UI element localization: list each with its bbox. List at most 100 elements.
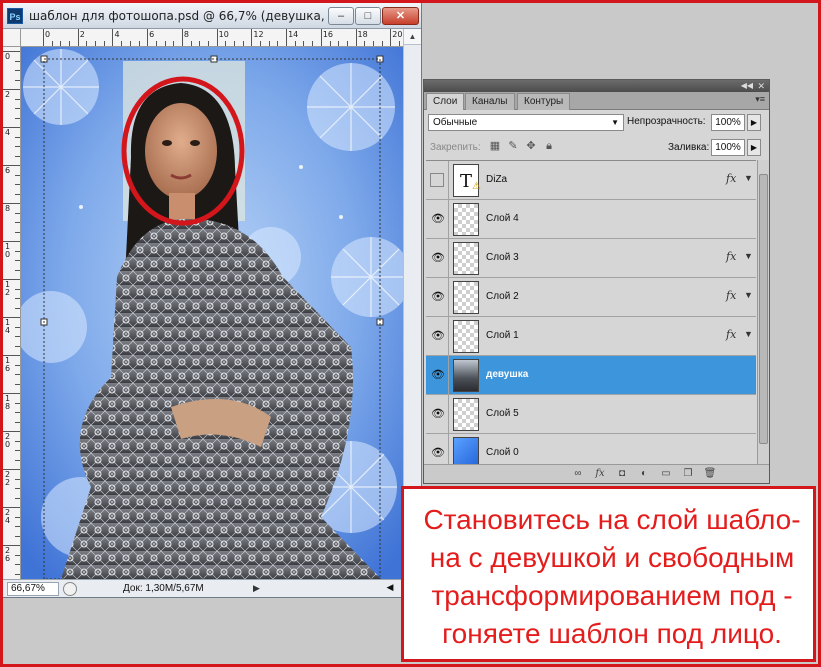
opacity-input[interactable]: 100%: [711, 114, 745, 131]
status-menu-arrow-icon[interactable]: ▶: [253, 583, 260, 594]
fill-input[interactable]: 100%: [711, 139, 745, 156]
layer-effects-fx-icon[interactable]: fx: [726, 172, 736, 185]
layer-name[interactable]: Слой 2: [486, 291, 519, 302]
maximize-button[interactable]: □: [355, 7, 381, 25]
lock-position-move-icon[interactable]: ✥: [524, 139, 538, 153]
visibility-eye-icon[interactable]: 👁︎: [430, 368, 446, 382]
ruler-tick: [390, 29, 392, 46]
ruler-tick: [15, 374, 20, 375]
new-group-folder-icon[interactable]: ▭: [658, 467, 674, 481]
ruler-number: 24: [5, 508, 11, 525]
add-mask-icon[interactable]: ◘: [614, 467, 630, 481]
blend-mode-value: Обычные: [433, 117, 478, 128]
expand-effects-arrow-icon[interactable]: ▼: [744, 290, 753, 300]
visibility-eye-icon[interactable]: 👁︎: [430, 407, 446, 421]
layer-thumbnail[interactable]: [453, 359, 479, 392]
tab-layers[interactable]: Слои: [426, 93, 465, 110]
ruler-origin-corner[interactable]: [3, 29, 21, 47]
navigator-icon[interactable]: [63, 582, 77, 596]
layer-effects-fx-icon[interactable]: fx: [726, 250, 736, 263]
layer-row[interactable]: 👁︎ Слой 1 fx ▼: [426, 317, 756, 356]
lock-pixels-brush-icon[interactable]: ✎: [506, 139, 520, 153]
add-layer-style-fx-icon[interactable]: fx: [592, 467, 608, 481]
zoom-level-field[interactable]: 66,67%: [7, 582, 59, 596]
layer-name[interactable]: девушка: [486, 369, 528, 380]
ruler-tick: [147, 29, 149, 46]
layer-row[interactable]: 👁︎ Слой 5: [426, 395, 756, 434]
panel-header-strip[interactable]: ◀◀ ✕: [424, 80, 769, 92]
layer-row[interactable]: 👁︎ Слой 3 fx ▼: [426, 239, 756, 278]
ruler-tick: [15, 193, 20, 195]
layer-thumbnail[interactable]: [453, 398, 479, 431]
ruler-number: 12: [5, 280, 11, 297]
ruler-tick: [15, 222, 20, 223]
ruler-tick: [15, 535, 20, 537]
panel-tab-strip: Слои Каналы Контуры ▾≡: [424, 92, 769, 110]
layer-name[interactable]: Слой 0: [486, 447, 519, 458]
fill-slider-arrow-icon[interactable]: ▶: [747, 139, 761, 156]
link-layers-icon[interactable]: ∞: [570, 467, 586, 481]
layers-scrollbar-thumb[interactable]: [759, 174, 768, 444]
layer-thumbnail[interactable]: [453, 281, 479, 314]
ruler-tick: [3, 393, 20, 394]
layers-list: T ⚠ DiZa fx ▼ 👁︎ Слой 4 👁︎ Слой 3 fx ▼ 👁︎ Слой 2 fx ▼ 👁…: [426, 160, 756, 473]
collapse-panel-icon[interactable]: ◀◀: [741, 80, 753, 92]
document-status-bar: 66,67% Док: 1,30M/5,67M ▶ ◀: [3, 579, 421, 597]
vertical-ruler[interactable]: 0 2 4 6 8 10 12 14 16 18 20 22 24 26: [3, 47, 21, 579]
close-button[interactable]: ✕: [382, 7, 419, 25]
visibility-eye-icon[interactable]: 👁︎: [430, 446, 446, 460]
layer-thumbnail[interactable]: [453, 320, 479, 353]
layer-name[interactable]: Слой 4: [486, 213, 519, 224]
delete-layer-trash-icon[interactable]: 🗑︎: [702, 467, 718, 481]
ruler-number: 0: [45, 30, 51, 39]
lock-label: Закрепить:: [430, 142, 481, 153]
layer-row[interactable]: 👁︎ девушка: [426, 356, 756, 395]
scroll-up-arrow-icon[interactable]: ▲: [404, 29, 421, 45]
close-panel-icon[interactable]: ✕: [757, 80, 765, 92]
layer-row[interactable]: 👁︎ Слой 2 fx ▼: [426, 278, 756, 317]
visibility-eye-icon[interactable]: 👁︎: [430, 290, 446, 304]
layer-row[interactable]: T ⚠ DiZa fx ▼: [426, 161, 756, 200]
layers-scrollbar[interactable]: [757, 160, 769, 472]
document-titlebar[interactable]: Ps шаблон для фотошопа.psd @ 66,7% (деву…: [3, 3, 421, 29]
document-title: шаблон для фотошопа.psd @ 66,7% (девушка…: [29, 9, 329, 23]
expand-effects-arrow-icon[interactable]: ▼: [744, 329, 753, 339]
ruler-tick: [15, 250, 20, 252]
ruler-tick: [216, 29, 218, 46]
layer-name[interactable]: DiZa: [486, 174, 507, 185]
tab-channels[interactable]: Каналы: [465, 93, 515, 110]
layer-name[interactable]: Слой 3: [486, 252, 519, 263]
scroll-right-arrow-icon[interactable]: ◀: [383, 582, 397, 596]
panel-menu-icon[interactable]: ▾≡: [755, 94, 765, 105]
blend-mode-select[interactable]: Обычные ▼: [428, 114, 624, 131]
expand-effects-arrow-icon[interactable]: ▼: [744, 173, 753, 183]
layer-effects-fx-icon[interactable]: fx: [726, 328, 736, 341]
visibility-eye-icon[interactable]: 👁︎: [430, 251, 446, 265]
visibility-eye-icon[interactable]: 👁︎: [430, 212, 446, 226]
minimize-button[interactable]: –: [328, 7, 354, 25]
ruler-number: 18: [357, 30, 368, 39]
expand-effects-arrow-icon[interactable]: ▼: [744, 251, 753, 261]
row-separator: [448, 395, 449, 434]
visibility-toggle-empty[interactable]: [430, 173, 444, 187]
new-layer-icon[interactable]: ❐: [680, 467, 696, 481]
layer-name[interactable]: Слой 1: [486, 330, 519, 341]
horizontal-ruler[interactable]: 0 2 4 6 8 10 12 14 16 18 20: [21, 29, 418, 47]
ruler-number: 8: [183, 30, 189, 39]
adjustment-layer-icon[interactable]: ◐: [636, 467, 652, 481]
ruler-tick: [15, 79, 20, 81]
layer-effects-fx-icon[interactable]: fx: [726, 289, 736, 302]
ruler-tick: [15, 526, 20, 527]
lock-transparency-icon[interactable]: ▦: [488, 139, 502, 153]
layer-thumbnail[interactable]: [453, 242, 479, 275]
layer-thumbnail[interactable]: [453, 203, 479, 236]
opacity-slider-arrow-icon[interactable]: ▶: [747, 114, 761, 131]
visibility-eye-icon[interactable]: 👁︎: [430, 329, 446, 343]
ruler-tick: [338, 41, 340, 46]
tab-paths[interactable]: Контуры: [517, 93, 571, 110]
layer-row[interactable]: 👁︎ Слой 4: [426, 200, 756, 239]
document-canvas[interactable]: [21, 47, 403, 579]
ruler-number: 4: [114, 30, 120, 39]
layer-name[interactable]: Слой 5: [486, 408, 519, 419]
lock-all-padlock-icon[interactable]: 🔒︎: [542, 139, 556, 153]
